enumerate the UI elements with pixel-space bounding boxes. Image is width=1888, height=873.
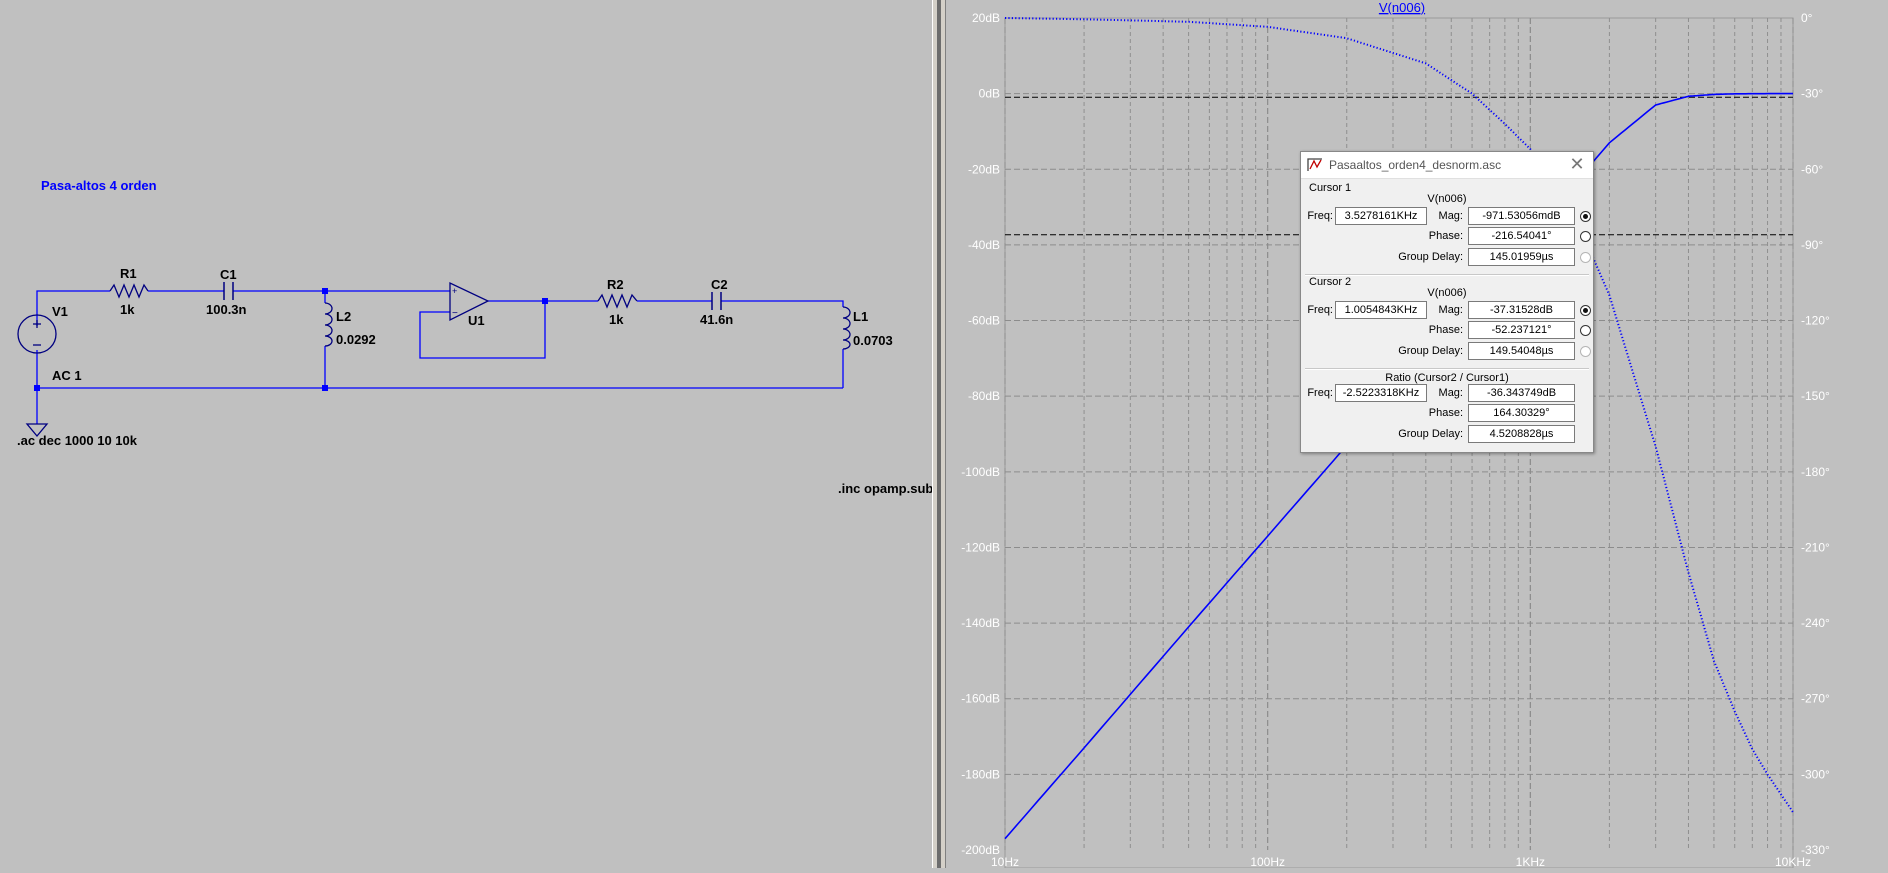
resistor-r1[interactable]: [109, 283, 149, 299]
directive-inc[interactable]: .inc opamp.sub: [838, 481, 933, 496]
separator: [1305, 368, 1589, 370]
dialog-title: Pasaaltos_orden4_desnorm.asc: [1329, 158, 1502, 172]
x-axis-tick-label: 10KHz: [1775, 855, 1811, 868]
cursor1-gd-label: Group Delay:: [1398, 251, 1463, 263]
resistor-r2[interactable]: [597, 293, 638, 309]
value-r2[interactable]: 1k: [609, 312, 624, 327]
schematic-editor[interactable]: + − Pasa-altos 4 orden R1 1k C1 100.3n L…: [0, 0, 933, 868]
ratio-phase-label: Phase:: [1428, 407, 1463, 419]
cursor1-gd-field[interactable]: 145.01959µs: [1468, 248, 1575, 266]
right-axis-tick-label: -150°: [1801, 389, 1830, 403]
pane-splitter[interactable]: [932, 0, 946, 868]
cursor1-mag-label: Mag:: [1438, 210, 1463, 222]
label-r2[interactable]: R2: [607, 277, 624, 292]
cursor2-mag-field[interactable]: -37.31528dB: [1468, 301, 1575, 319]
left-axis-tick-label: -140dB: [961, 616, 1000, 630]
left-axis-tick-label: -20dB: [968, 162, 1000, 176]
wires: [36, 290, 844, 424]
cursor1-phase-field[interactable]: -216.54041°: [1468, 227, 1575, 245]
capacitor-c2[interactable]: [711, 292, 722, 310]
right-axis-tick-label: -30°: [1801, 87, 1823, 101]
ratio-gd-field[interactable]: 4.5208828µs: [1468, 425, 1575, 443]
value-l1[interactable]: 0.0703: [853, 333, 893, 348]
cursor2-gd-field[interactable]: 149.54048µs: [1468, 342, 1575, 360]
cursor1-mag-field[interactable]: -971.53056mdB: [1468, 207, 1575, 225]
ratio-freq-field[interactable]: -2.5223318KHz: [1335, 384, 1427, 402]
x-axis-tick-label: 10Hz: [991, 855, 1019, 868]
cursor2-phase-radio[interactable]: [1580, 325, 1591, 336]
cursor2-phase-label: Phase:: [1428, 324, 1463, 336]
cursor1-phase-radio[interactable]: [1580, 231, 1591, 242]
right-axis-tick-label: -210°: [1801, 540, 1830, 554]
inductor-l2[interactable]: [324, 302, 333, 347]
cursor1-trace: V(n006): [1427, 193, 1467, 205]
value-r1[interactable]: 1k: [120, 302, 135, 317]
right-axis-tick-label: -270°: [1801, 692, 1830, 706]
cursor-readout-dialog[interactable]: Pasaaltos_orden4_desnorm.asc ✕ Cursor 1 …: [1300, 151, 1594, 453]
cursor1-freq-field[interactable]: 3.5278161KHz: [1335, 207, 1427, 225]
cursor2-freq-field[interactable]: 1.0054843KHz: [1335, 301, 1427, 319]
ratio-freq-label: Freq:: [1307, 387, 1333, 399]
cursor2-gd-label: Group Delay:: [1398, 345, 1463, 357]
label-c2[interactable]: C2: [711, 277, 728, 292]
ratio-mag-label: Mag:: [1438, 387, 1463, 399]
left-axis-tick-label: -160dB: [961, 692, 1000, 706]
ratio-mag-field[interactable]: -36.343749dB: [1468, 384, 1575, 402]
right-axis-tick-label: -180°: [1801, 465, 1830, 479]
value-c2[interactable]: 41.6n: [700, 312, 733, 327]
ltspice-icon: [1307, 158, 1322, 171]
x-axis-tick-label: 100Hz: [1250, 855, 1285, 868]
left-axis-tick-label: -60dB: [968, 314, 1000, 328]
cursor1-freq-label: Freq:: [1307, 210, 1333, 222]
cursor2-freq-label: Freq:: [1307, 304, 1333, 316]
cursor1-phase-label: Phase:: [1428, 230, 1463, 242]
right-axis-tick-label: 0°: [1801, 11, 1813, 25]
svg-text:+: +: [452, 286, 457, 296]
right-axis-tick-label: -90°: [1801, 238, 1823, 252]
value-v1[interactable]: AC 1: [52, 368, 82, 383]
left-axis-tick-label: -100dB: [961, 465, 1000, 479]
ratio-phase-field[interactable]: 164.30329°: [1468, 404, 1575, 422]
voltage-source-v1[interactable]: [17, 314, 57, 354]
right-axis-tick-label: -240°: [1801, 616, 1830, 630]
inductor-l1[interactable]: [842, 306, 851, 350]
junction-dots: [34, 288, 548, 391]
schematic-canvas[interactable]: + − Pasa-altos 4 orden R1 1k C1 100.3n L…: [0, 0, 933, 868]
right-axis-tick-label: -60°: [1801, 162, 1823, 176]
splitter-grip[interactable]: [937, 0, 941, 868]
value-l2[interactable]: 0.0292: [336, 332, 376, 347]
left-axis-tick-label: 20dB: [972, 11, 1000, 25]
dialog-titlebar[interactable]: Pasaaltos_orden4_desnorm.asc ✕: [1301, 152, 1593, 179]
label-c1[interactable]: C1: [220, 267, 237, 282]
schematic-title[interactable]: Pasa-altos 4 orden: [41, 178, 157, 193]
left-axis-tick-label: -180dB: [961, 767, 1000, 781]
cursor2-phase-field[interactable]: -52.237121°: [1468, 321, 1575, 339]
cursor1-gd-radio[interactable]: [1580, 252, 1591, 263]
value-c1[interactable]: 100.3n: [206, 302, 247, 317]
label-l2[interactable]: L2: [336, 309, 351, 324]
label-r1[interactable]: R1: [120, 266, 137, 281]
cursor2-trace: V(n006): [1427, 287, 1467, 299]
left-axis-tick-label: -120dB: [961, 540, 1000, 554]
ratio-gd-label: Group Delay:: [1398, 428, 1463, 440]
cursor2-mag-radio[interactable]: [1580, 305, 1591, 316]
label-l1[interactable]: L1: [853, 309, 868, 324]
label-u1[interactable]: U1: [468, 313, 485, 328]
right-axis-tick-label: -120°: [1801, 314, 1830, 328]
cursor1-mag-radio[interactable]: [1580, 211, 1591, 222]
left-axis-tick-label: -80dB: [968, 389, 1000, 403]
directive-ac[interactable]: .ac dec 1000 10 10k: [17, 433, 138, 448]
ratio-header: Ratio (Cursor2 / Cursor1): [1385, 372, 1509, 384]
svg-text:−: −: [452, 308, 458, 319]
capacitor-c1[interactable]: [223, 282, 234, 300]
left-axis-tick-label: -40dB: [968, 238, 1000, 252]
right-axis-tick-label: -300°: [1801, 767, 1830, 781]
x-axis-tick-label: 1KHz: [1516, 855, 1545, 868]
trace-legend[interactable]: V(n006): [1379, 0, 1425, 15]
cursor2-gd-radio[interactable]: [1580, 346, 1591, 357]
label-v1[interactable]: V1: [52, 304, 68, 319]
left-axis-tick-label: 0dB: [979, 87, 1000, 101]
cursor2-mag-label: Mag:: [1438, 304, 1463, 316]
close-icon[interactable]: ✕: [1567, 154, 1587, 174]
